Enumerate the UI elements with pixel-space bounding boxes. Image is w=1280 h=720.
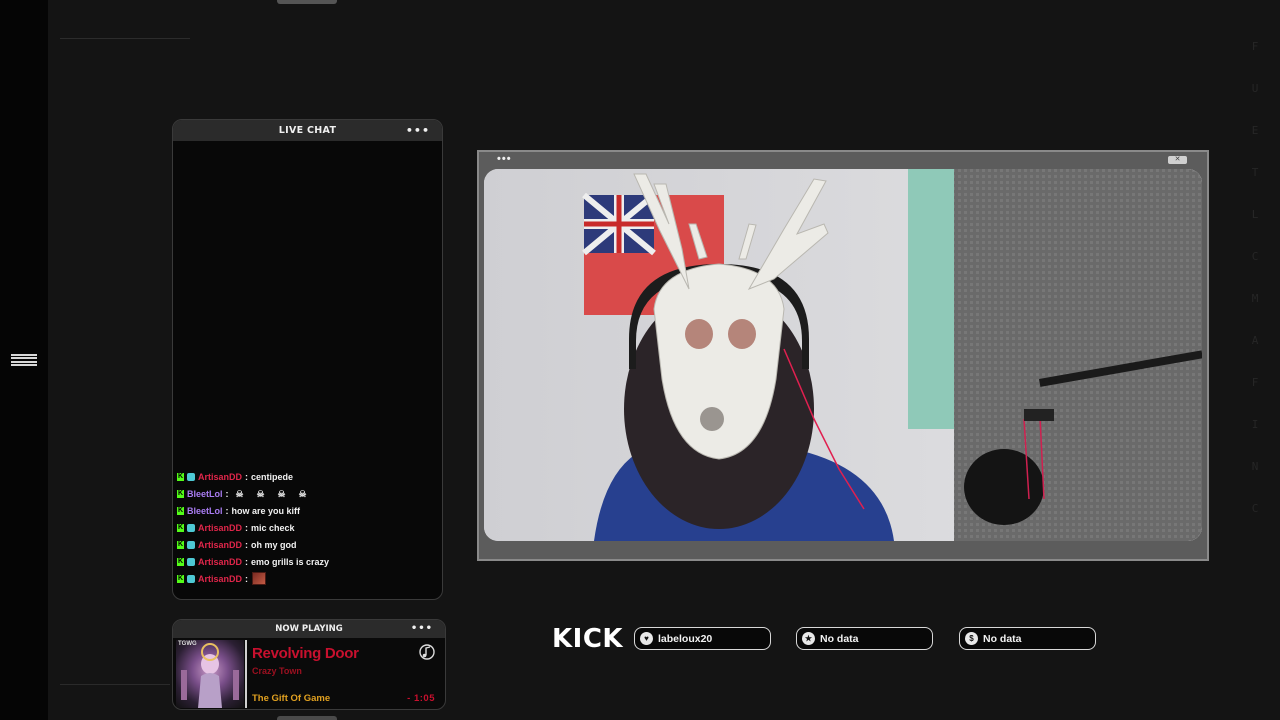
now-playing-title: NOW PLAYING — [275, 624, 343, 634]
art-divider — [245, 640, 247, 708]
skull-emote-icon: ☠ — [235, 488, 244, 499]
album-art-label: TGWG — [178, 641, 197, 647]
stat-label: No data — [820, 632, 859, 645]
chat-username[interactable]: ArtisanDD — [198, 557, 242, 567]
webcam-window: ••• ✕ — [477, 150, 1209, 561]
skull-emote-icon: ☠ — [277, 488, 286, 499]
chat-message: K BleetLol: how are you kiff — [177, 502, 442, 519]
chat-message: K ArtisanDD: — [177, 570, 442, 587]
side-letter: L — [1251, 208, 1259, 221]
side-letter: I — [1251, 418, 1259, 431]
top-tab — [277, 0, 337, 4]
kick-badge-icon: K — [177, 557, 184, 566]
chat-message-list: K ArtisanDD: centipede K BleetLol: ☠ ☠ ☠ ☠ K Bleet… — [173, 468, 442, 587]
webcam-menu-icon[interactable]: ••• — [497, 153, 512, 165]
chat-separator: : — [225, 505, 229, 516]
stat-pill: ♥ labeloux20 — [634, 627, 771, 650]
subscriber-badge-icon — [187, 540, 195, 549]
album-art: TGWG — [176, 640, 244, 708]
kick-badge-icon: K — [177, 540, 184, 549]
chat-separator: : — [245, 556, 249, 567]
song-time-remaining: - 1:05 — [407, 693, 435, 704]
kick-logo: KICK — [552, 624, 624, 654]
chat-menu-icon[interactable]: ••• — [406, 120, 430, 141]
side-letter: F — [1251, 376, 1259, 389]
chat-message: K ArtisanDD: mic check — [177, 519, 442, 536]
webcam-feed — [484, 169, 1202, 541]
chat-username[interactable]: ArtisanDD — [198, 472, 242, 482]
bottom-tab — [277, 716, 337, 720]
subscriber-badge-icon — [187, 472, 195, 481]
chat-message-text: emo grills is crazy — [251, 556, 330, 567]
stat-label: labeloux20 — [658, 632, 713, 645]
star-icon: ★ — [802, 632, 815, 645]
kick-badge-icon: K — [177, 574, 184, 583]
stat-label: No data — [983, 632, 1022, 645]
now-playing-menu-icon[interactable]: ••• — [411, 620, 433, 638]
chat-message-text: mic check — [251, 522, 295, 533]
webcam-scene — [484, 169, 1202, 541]
side-letter: N — [1251, 460, 1259, 473]
music-note-icon — [419, 644, 435, 660]
heart-icon: ♥ — [640, 632, 653, 645]
live-chat-panel: LIVE CHAT ••• K ArtisanDD: centipede K Bleet… — [172, 119, 443, 600]
stat-pill: $ No data — [959, 627, 1096, 650]
chat-message-text: how are you kiff — [231, 505, 301, 516]
song-title: Revolving Door — [252, 645, 359, 662]
kick-badge-icon: K — [177, 506, 184, 515]
close-icon[interactable]: ✕ — [1168, 156, 1187, 164]
now-playing-panel: NOW PLAYING ••• TGWG Revolving Door Craz… — [172, 619, 446, 710]
song-album: The Gift Of Game — [252, 693, 331, 704]
chat-separator: : — [245, 522, 249, 533]
now-playing-header: NOW PLAYING ••• — [173, 620, 445, 638]
chat-message: K ArtisanDD: emo grills is crazy — [177, 553, 442, 570]
decorative-line — [60, 684, 170, 685]
left-rail — [0, 0, 48, 720]
stat-pill: ★ No data — [796, 627, 933, 650]
chat-message: K BleetLol: ☠ ☠ ☠ ☠ — [177, 485, 442, 502]
chat-username[interactable]: BleetLol — [187, 489, 223, 499]
chat-separator: : — [225, 488, 229, 499]
chat-separator: : — [245, 573, 249, 584]
skull-emote-icon: ☠ — [256, 488, 265, 499]
image-emote-icon — [252, 572, 267, 585]
subscriber-badge-icon — [187, 523, 195, 532]
chat-header: LIVE CHAT ••• — [173, 120, 442, 141]
subscriber-badge-icon — [187, 557, 195, 566]
side-letter: C — [1251, 250, 1259, 263]
side-letter: A — [1251, 334, 1259, 347]
chat-separator: : — [245, 539, 249, 550]
album-figure-icon — [181, 643, 239, 708]
subscriber-badge-icon — [187, 574, 195, 583]
kick-badge-icon: K — [177, 489, 184, 498]
side-letter: F — [1251, 40, 1259, 53]
chat-message: K ArtisanDD: oh my god — [177, 536, 442, 553]
chat-username[interactable]: ArtisanDD — [198, 574, 242, 584]
chat-username[interactable]: BleetLol — [187, 506, 223, 516]
side-letter: M — [1251, 292, 1259, 305]
kick-badge-icon: K — [177, 472, 184, 481]
song-artist: Crazy Town — [252, 666, 302, 676]
chat-username[interactable]: ArtisanDD — [198, 540, 242, 550]
chat-separator: : — [245, 471, 249, 482]
side-decoration: F U E T L C M A F I N C — [1248, 40, 1262, 515]
side-letter: E — [1251, 124, 1259, 137]
hamburger-menu-icon[interactable] — [11, 354, 37, 366]
webcam-titlebar: ••• ✕ — [479, 152, 1207, 169]
skull-emote-icon: ☠ — [298, 488, 307, 499]
side-letter: C — [1251, 502, 1259, 515]
chat-message-text: oh my god — [251, 539, 297, 550]
kick-badge-icon: K — [177, 523, 184, 532]
decorative-line — [60, 38, 190, 39]
side-letter: T — [1251, 166, 1259, 179]
chat-message-text: centipede — [251, 471, 294, 482]
chat-message: K ArtisanDD: centipede — [177, 468, 442, 485]
dollar-icon: $ — [965, 632, 978, 645]
side-letter: U — [1251, 82, 1259, 95]
chat-username[interactable]: ArtisanDD — [198, 523, 242, 533]
chat-title: LIVE CHAT — [278, 125, 337, 136]
